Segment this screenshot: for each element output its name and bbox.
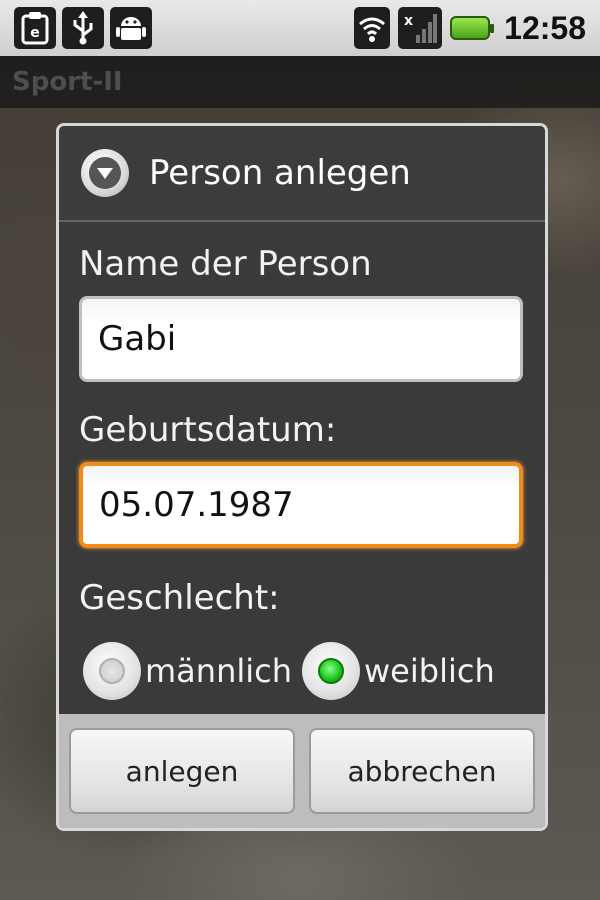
- create-button[interactable]: anlegen: [69, 728, 295, 814]
- android-debug-icon: [110, 7, 152, 49]
- radio-female-indicator: [318, 658, 344, 684]
- status-bar: e x 12:58: [0, 0, 600, 56]
- dialog-title: Person anlegen: [149, 153, 411, 193]
- dialog-header: Person anlegen: [59, 126, 545, 222]
- birthdate-label: Geburtsdatum:: [79, 410, 337, 450]
- dialog-body: Name der Person Gabi Geburtsdatum: 05.07…: [59, 244, 545, 700]
- clipboard-icon: e: [14, 7, 56, 49]
- birthdate-value: 05.07.1987: [99, 485, 294, 525]
- name-label: Name der Person: [79, 244, 372, 284]
- radio-female-label[interactable]: weiblich: [364, 652, 495, 690]
- radio-male[interactable]: [83, 642, 141, 700]
- cancel-button[interactable]: abbrechen: [309, 728, 535, 814]
- dropdown-arrow-icon: [81, 149, 129, 197]
- signal-icon: x: [398, 7, 443, 49]
- battery-icon: [450, 16, 495, 40]
- name-value: Gabi: [98, 319, 177, 359]
- radio-male-label[interactable]: männlich: [145, 652, 292, 690]
- person-dialog: Person anlegen Name der Person Gabi Gebu…: [56, 123, 548, 831]
- radio-male-indicator: [99, 658, 125, 684]
- name-field[interactable]: Gabi: [79, 296, 523, 382]
- gender-label: Geschlecht:: [79, 578, 280, 618]
- gender-radio-group: männlich weiblich: [83, 642, 525, 700]
- clock: 12:58: [504, 9, 586, 46]
- radio-female[interactable]: [302, 642, 360, 700]
- wifi-icon: [354, 7, 391, 49]
- svg-text:e: e: [30, 25, 40, 41]
- birthdate-field[interactable]: 05.07.1987: [79, 462, 523, 548]
- svg-text:x: x: [404, 13, 413, 29]
- usb-icon: [62, 7, 104, 49]
- dialog-button-bar: anlegen abbrechen: [59, 714, 545, 828]
